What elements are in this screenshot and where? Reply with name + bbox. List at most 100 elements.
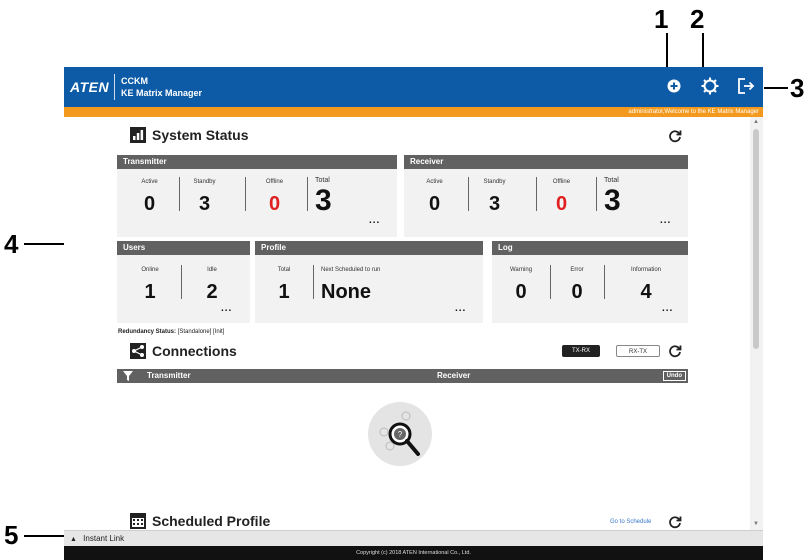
- aten-logo: ATEN: [70, 79, 110, 95]
- tx-total-value: 3: [315, 184, 332, 217]
- system-status-title: System Status: [130, 127, 248, 143]
- col-transmitter[interactable]: Transmitter: [147, 371, 191, 380]
- go-to-schedule-link[interactable]: Go to Schedule: [610, 519, 651, 525]
- callout-2: 2: [690, 4, 705, 34]
- rx-offline-value: 0: [555, 193, 568, 215]
- magnifier-question-icon: ?: [379, 411, 420, 456]
- rx-offline-cell: Offline 0: [539, 179, 584, 216]
- users-online-label: Online: [141, 267, 159, 273]
- top-icons: [663, 75, 757, 97]
- dashboard-content: System Status Transmitter Active 0 Stand…: [64, 117, 750, 530]
- app-window: ATEN CCKM KE Matrix Manager administrato: [64, 67, 763, 560]
- bar-chart-icon: [130, 127, 146, 143]
- rx-standby-cell: Standby 3: [472, 179, 517, 216]
- divider: [179, 177, 180, 211]
- undo-button[interactable]: Undo: [662, 371, 686, 381]
- expand-up-icon[interactable]: ▲: [70, 536, 77, 543]
- rx-total-cell: Total 3: [604, 177, 636, 218]
- redundancy-label: Redundancy Status:: [118, 329, 177, 335]
- callout-4-line: [24, 243, 64, 245]
- transmitter-panel-title: Transmitter: [117, 155, 397, 169]
- callout-3-line: [764, 87, 788, 89]
- filter-icon[interactable]: [123, 371, 133, 383]
- log-information-label: Information: [630, 267, 661, 273]
- tx-active-cell: Active 0: [127, 179, 172, 216]
- logout-icon[interactable]: [735, 75, 757, 97]
- rx-active-cell: Active 0: [412, 179, 457, 216]
- users-more-button[interactable]: ...: [221, 303, 232, 314]
- welcome-bar: administrator,Welcome to the KE Matrix M…: [64, 107, 763, 117]
- divider: [181, 265, 182, 299]
- tx-active-label: Active: [141, 179, 158, 185]
- settings-gear-icon[interactable]: [699, 75, 721, 97]
- profile-next-value: None: [321, 281, 371, 303]
- tx-offline-cell: Offline 0: [252, 179, 297, 216]
- log-more-button[interactable]: ...: [662, 303, 673, 314]
- footer-copyright: Copyright (c) 2018 ATEN International Co…: [64, 546, 763, 560]
- rx-total-value: 3: [604, 184, 621, 217]
- tx-offline-value: 0: [268, 193, 281, 215]
- instant-link-label[interactable]: Instant Link: [83, 534, 124, 543]
- users-online-value: 1: [144, 281, 156, 303]
- divider: [307, 177, 308, 211]
- divider: [550, 265, 551, 299]
- divider: [596, 177, 597, 211]
- system-status-label: System Status: [152, 127, 249, 143]
- scheduled-profile-title: Scheduled Profile: [130, 513, 270, 529]
- connections-refresh-icon[interactable]: [668, 344, 682, 363]
- users-idle-cell: Idle 2: [187, 267, 237, 304]
- system-status-refresh-icon[interactable]: [668, 129, 682, 148]
- scroll-up-arrow-icon[interactable]: ▲: [753, 119, 759, 125]
- tx-more-button[interactable]: ...: [369, 215, 380, 226]
- log-warning-cell: Warning 0: [496, 267, 546, 304]
- tx-active-value: 0: [143, 193, 156, 215]
- top-bar: ATEN CCKM KE Matrix Manager: [64, 67, 763, 107]
- divider: [245, 177, 246, 211]
- log-warning-value: 0: [515, 281, 527, 303]
- divider: [468, 177, 469, 211]
- users-idle-label: Idle: [207, 267, 217, 273]
- profile-panel: Profile Total 1 Next Scheduled to run No…: [255, 241, 483, 323]
- rx-active-value: 0: [428, 193, 441, 215]
- tx-rx-toggle-button[interactable]: TX-RX: [562, 345, 600, 357]
- vertical-scrollbar[interactable]: ▲ ▼: [750, 117, 763, 530]
- tx-total-cell: Total 3: [315, 177, 347, 218]
- rx-offline-label: Offline: [552, 179, 571, 185]
- redundancy-value: [Standalone] [Init]: [177, 329, 225, 335]
- transmitter-panel: Transmitter Active 0 Standby 3 Offline 0: [117, 155, 397, 237]
- profile-panel-title: Profile: [255, 241, 483, 255]
- log-information-cell: Information 4: [610, 267, 682, 304]
- profile-more-button[interactable]: ...: [455, 303, 466, 314]
- receiver-panel-title: Receiver: [404, 155, 688, 169]
- callout-5-line: [24, 535, 64, 537]
- receiver-panel: Receiver Active 0 Standby 3 Offline 0 To: [404, 155, 688, 237]
- instant-link-bar[interactable]: ▲ Instant Link: [64, 530, 763, 546]
- log-error-label: Error: [570, 267, 584, 273]
- rx-more-button[interactable]: ...: [660, 215, 671, 226]
- users-idle-value: 2: [206, 281, 218, 303]
- add-icon[interactable]: [663, 75, 685, 97]
- scroll-down-arrow-icon[interactable]: ▼: [753, 521, 759, 527]
- profile-total-value: 1: [278, 281, 290, 303]
- screenshot-stage: 1 2 3 4 5 ATEN CCKM KE Matrix Manager ad…: [0, 0, 809, 560]
- tx-offline-label: Offline: [265, 179, 284, 185]
- app-title-line1: CCKM: [121, 76, 148, 86]
- col-receiver[interactable]: Receiver: [437, 371, 470, 380]
- rx-standby-label: Standby: [483, 179, 506, 185]
- svg-text:?: ?: [398, 430, 403, 439]
- tx-standby-label: Standby: [193, 179, 216, 185]
- profile-total-cell: Total 1: [261, 267, 307, 304]
- divider: [604, 265, 605, 299]
- users-panel-title: Users: [117, 241, 250, 255]
- callout-1: 1: [654, 4, 669, 34]
- rx-tx-toggle-button[interactable]: RX-TX: [616, 345, 660, 357]
- divider: [313, 265, 314, 299]
- redundancy-status: Redundancy Status: [Standalone] [Init]: [118, 329, 224, 335]
- log-information-value: 4: [640, 281, 652, 303]
- scroll-thumb[interactable]: [753, 129, 759, 349]
- log-warning-label: Warning: [509, 267, 533, 273]
- callout-5: 5: [4, 520, 19, 550]
- log-error-value: 0: [571, 281, 583, 303]
- app-title-line2: KE Matrix Manager: [121, 88, 203, 98]
- rx-active-label: Active: [426, 179, 443, 185]
